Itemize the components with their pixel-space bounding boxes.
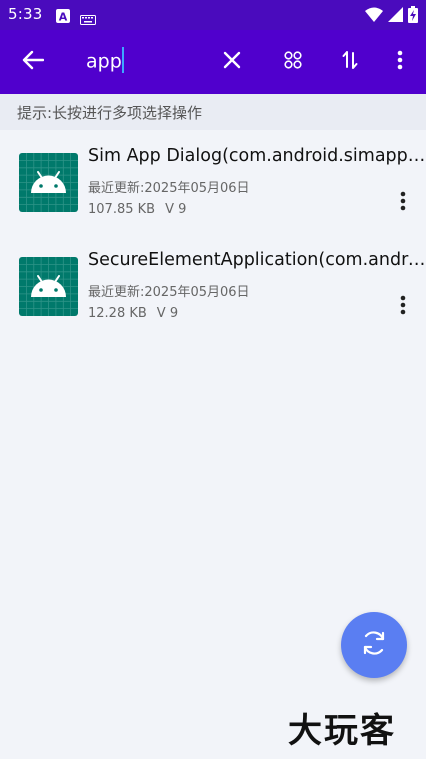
status-time: 5:33 <box>8 5 43 23</box>
more-vert-icon <box>397 50 403 74</box>
svg-text:A: A <box>59 11 68 24</box>
app-version: V 9 <box>156 306 179 321</box>
back-arrow-icon <box>22 50 45 74</box>
back-button[interactable] <box>13 42 53 82</box>
keyboard-icon <box>80 10 96 29</box>
hint-text: 提示:长按进行多项选择操作 <box>17 104 203 122</box>
android-app-icon <box>19 153 78 212</box>
app-updated-date: 最近更新:2025年05月06日 <box>88 285 250 300</box>
sort-icon <box>342 50 358 74</box>
refresh-fab[interactable] <box>341 612 407 678</box>
clear-icon <box>223 51 241 73</box>
grid-view-icon <box>284 51 302 73</box>
app-meta: 12.28 KB V 9 <box>88 306 178 321</box>
app-updated-date: 最近更新:2025年05月06日 <box>88 181 250 196</box>
overflow-menu-button[interactable] <box>380 42 420 82</box>
text-cursor <box>121 47 124 73</box>
app-meta: 107.85 KB V 9 <box>88 202 186 217</box>
item-more-button[interactable] <box>390 292 416 322</box>
search-input[interactable]: app <box>86 47 124 75</box>
clear-search-button[interactable] <box>212 42 252 82</box>
app-name: Sim App Dialog(com.android.simappdialog) <box>88 146 426 166</box>
status-bar: 5:33 A <box>0 0 426 30</box>
app-version: V 9 <box>165 202 187 217</box>
android-app-icon <box>19 257 78 316</box>
list-item[interactable]: SecureElementApplication(com.android.se)… <box>0 234 426 338</box>
app-name: SecureElementApplication(com.android.se) <box>88 250 426 270</box>
more-vert-icon <box>400 295 406 319</box>
battery-charging-icon <box>408 6 418 27</box>
signal-icon <box>388 7 403 26</box>
wifi-icon <box>365 7 383 26</box>
app-bar: app <box>0 30 426 94</box>
watermark-logo: 大玩客 <box>288 711 396 751</box>
app-size: 107.85 KB <box>88 202 156 217</box>
more-vert-icon <box>400 191 406 215</box>
hint-banner: 提示:长按进行多项选择操作 <box>0 94 426 130</box>
a-letter-icon: A <box>56 8 70 27</box>
list-item[interactable]: Sim App Dialog(com.android.simappdialog)… <box>0 130 426 234</box>
item-more-button[interactable] <box>390 188 416 218</box>
refresh-icon <box>359 628 389 662</box>
sort-button[interactable] <box>330 42 370 82</box>
app-size: 12.28 KB <box>88 306 147 321</box>
grid-view-button[interactable] <box>273 42 313 82</box>
search-input-value: app <box>86 50 122 73</box>
